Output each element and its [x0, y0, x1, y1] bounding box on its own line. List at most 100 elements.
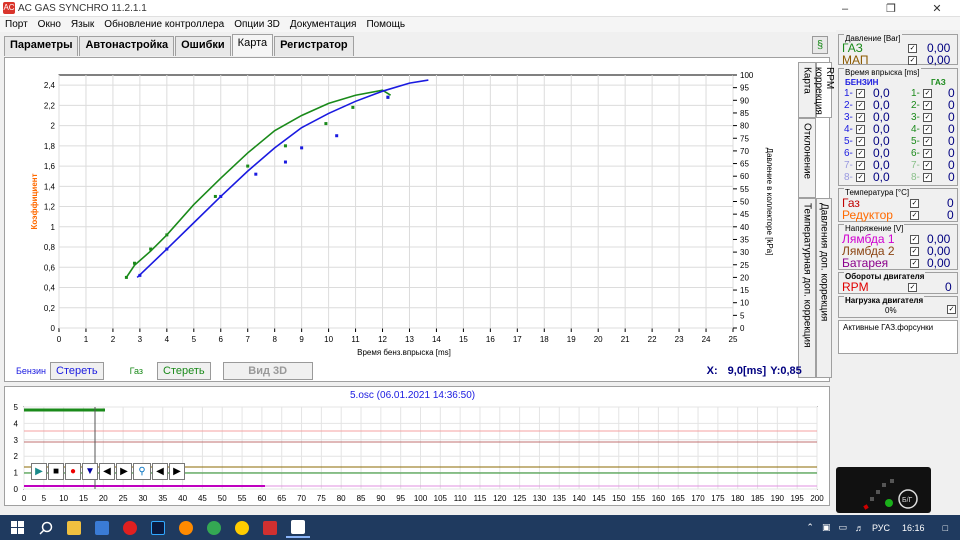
benzin-data-point: [335, 134, 339, 138]
zoom-icon[interactable]: ⚲: [133, 463, 151, 480]
zoom-prev-icon[interactable]: ◀: [152, 463, 168, 480]
x-tick-label: 11: [351, 335, 360, 344]
benzin-cyl-checkbox[interactable]: ✓: [856, 148, 865, 158]
temp-reducer-checkbox[interactable]: ✓: [910, 210, 919, 220]
prev-icon[interactable]: ◀: [99, 463, 115, 480]
play-icon[interactable]: ▶: [31, 463, 47, 480]
window-title: AC GAS SYNCHRO 11.2.1.1: [18, 2, 147, 14]
oscillogram-chart[interactable]: 5432100 5 10 15 20 25 30 35 40 45 50 55 60 65 70 75 80 85…: [5, 387, 829, 505]
benzin-cyl-checkbox[interactable]: ✓: [856, 160, 865, 170]
benzin-cyl-label: 5-: [844, 135, 853, 147]
rpm-checkbox[interactable]: ✓: [908, 282, 917, 292]
tray-app-icon[interactable]: ▣: [822, 522, 831, 533]
right-tick-label: 80: [740, 122, 749, 131]
gas-data-point: [213, 194, 217, 198]
minimize-button[interactable]: –: [822, 0, 868, 17]
lambda2-checkbox[interactable]: ✓: [910, 246, 919, 256]
side-tab-deviation[interactable]: Отклонение: [798, 118, 816, 198]
benzin-cyl-checkbox[interactable]: ✓: [856, 112, 865, 122]
firefox-icon[interactable]: [174, 518, 198, 538]
maximize-button[interactable]: ❐: [868, 0, 914, 17]
next-icon[interactable]: ▶: [116, 463, 132, 480]
notifications-icon[interactable]: □: [943, 523, 948, 533]
x-tick-label: 4: [165, 335, 170, 344]
right-tick-label: 35: [740, 235, 749, 244]
gas-cyl-checkbox[interactable]: ✓: [923, 124, 932, 134]
side-tab-pressure-correction[interactable]: Давления доп. коррекция: [816, 198, 832, 378]
volume-icon[interactable]: ♬: [855, 523, 864, 533]
right-tick-label: 20: [740, 273, 749, 282]
x-tick-label: 14: [432, 335, 441, 344]
side-tab-temperature-correction[interactable]: Температурная доп. коррекция: [798, 198, 816, 378]
menu-documentation[interactable]: Документация: [285, 19, 362, 30]
windows-start-icon[interactable]: [6, 518, 30, 538]
gas-switch-widget[interactable]: Б/Г: [836, 467, 931, 513]
osc-x-tick-label: 195: [790, 494, 804, 503]
benzin-cyl-checkbox[interactable]: ✓: [856, 88, 865, 98]
gas-cyl-checkbox[interactable]: ✓: [923, 88, 932, 98]
temp-gas-checkbox[interactable]: ✓: [910, 198, 919, 208]
tab-map[interactable]: Карта: [231, 34, 274, 56]
chrome-icon[interactable]: [202, 518, 226, 538]
gas-cyl-checkbox[interactable]: ✓: [923, 136, 932, 146]
gas-clear-button[interactable]: Стереть: [157, 362, 211, 380]
gas-cyl-checkbox[interactable]: ✓: [923, 112, 932, 122]
tab-parameters[interactable]: Параметры: [4, 36, 79, 56]
clock[interactable]: 16:16: [902, 523, 925, 533]
menu-options-3d[interactable]: Опции 3D: [229, 19, 285, 30]
language-indicator[interactable]: РУС: [872, 523, 890, 533]
benzin-cyl-checkbox[interactable]: ✓: [856, 172, 865, 182]
map-chart[interactable]: 0 1 2 3 4 5 6 7 8 9 10 11 12 13 14 15 16 17 18 19 20 21 22 23 24…: [5, 58, 805, 358]
close-button[interactable]: ✕: [914, 0, 960, 17]
gas-cyl-checkbox[interactable]: ✓: [923, 148, 932, 158]
right-tick-label: 15: [740, 286, 749, 295]
menu-port[interactable]: Порт: [0, 19, 33, 30]
osc-x-tick-label: 160: [652, 494, 666, 503]
email-icon[interactable]: [90, 518, 114, 538]
record-icon[interactable]: ●: [65, 463, 81, 480]
app-red-icon[interactable]: [258, 518, 282, 538]
load-group: Нагрузка двигателя 0% ✓: [838, 296, 958, 318]
benzin-cyl-checkbox[interactable]: ✓: [856, 136, 865, 146]
opera-icon[interactable]: [118, 518, 142, 538]
stop-icon[interactable]: ■: [48, 463, 64, 480]
menu-window[interactable]: Окно: [33, 19, 66, 30]
gas-cyl-checkbox[interactable]: ✓: [923, 172, 932, 182]
benzin-cyl-checkbox[interactable]: ✓: [856, 124, 865, 134]
tab-autotune[interactable]: Автонастройка: [79, 36, 175, 56]
benzin-clear-button[interactable]: Стереть: [50, 362, 104, 380]
gas-pressure-checkbox[interactable]: ✓: [908, 43, 917, 53]
tab-errors[interactable]: Ошибки: [175, 36, 231, 56]
gas-cyl-checkbox[interactable]: ✓: [923, 100, 932, 110]
gas-switch-icon[interactable]: §: [812, 36, 828, 54]
yandex-icon[interactable]: [230, 518, 254, 538]
map-pressure-value: 0,00: [927, 53, 951, 67]
menu-firmware-update[interactable]: Обновление контроллера: [99, 19, 229, 30]
y-tick-label: 2,4: [44, 81, 56, 90]
load-value: 0%: [885, 306, 897, 315]
photoshop-icon[interactable]: [146, 518, 170, 538]
save-icon[interactable]: ▼: [82, 463, 98, 480]
file-explorer-icon[interactable]: [62, 518, 86, 538]
ac-gas-taskbar-icon[interactable]: [286, 518, 310, 538]
tray-arrow-icon[interactable]: ⌃: [806, 522, 814, 533]
view-3d-button[interactable]: Вид 3D: [222, 362, 313, 380]
tab-recorder[interactable]: Регистратор: [274, 36, 354, 56]
gas-cyl-label: 6-: [911, 147, 920, 159]
search-icon[interactable]: [34, 518, 58, 538]
gas-cyl-checkbox[interactable]: ✓: [923, 160, 932, 170]
side-tab-rpm-correction[interactable]: RPM коррекция: [813, 62, 835, 118]
osc-x-tick-label: 200: [810, 494, 824, 503]
map-pressure-checkbox[interactable]: ✓: [908, 55, 917, 65]
menu-help[interactable]: Помощь: [361, 19, 410, 30]
network-icon[interactable]: ▭: [838, 522, 847, 533]
osc-x-tick-label: 190: [771, 494, 785, 503]
osc-x-tick-label: 175: [711, 494, 725, 503]
load-checkbox[interactable]: ✓: [947, 305, 956, 314]
battery-checkbox[interactable]: ✓: [910, 258, 919, 268]
zoom-next-icon[interactable]: ▶: [169, 463, 185, 480]
benzin-cyl-checkbox[interactable]: ✓: [856, 100, 865, 110]
menu-language[interactable]: Язык: [66, 19, 99, 30]
lambda1-checkbox[interactable]: ✓: [910, 234, 919, 244]
y-tick-label: 1: [51, 223, 56, 232]
